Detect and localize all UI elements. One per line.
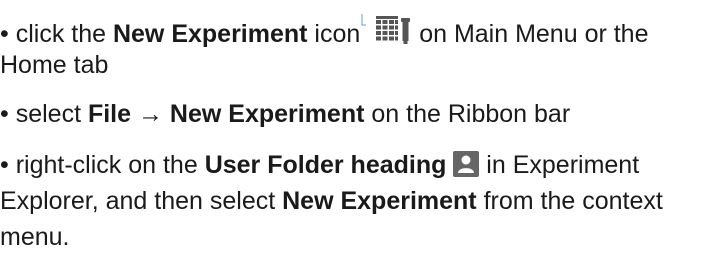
item1-mid-text: icon bbox=[307, 20, 361, 48]
item3-bold-term-1: User Folder heading bbox=[204, 151, 447, 179]
new-experiment-grid-icon bbox=[374, 16, 412, 53]
item2-pre-text: select bbox=[8, 100, 88, 128]
item1-bold-term: New Experiment bbox=[112, 20, 308, 48]
bullet-item-new-experiment-icon: • click the New Experiment icon on Main … bbox=[0, 14, 649, 48]
item2-post-text: on the Ribbon bar bbox=[364, 100, 571, 128]
bullet-item-right-click-user-folder: • right-click on the User Folder heading… bbox=[0, 150, 639, 180]
item3-line-3: menu. bbox=[0, 223, 70, 251]
item2-bold-term: File → New Experiment bbox=[87, 100, 365, 128]
item1-continuation: Home tab bbox=[0, 51, 109, 79]
item3-line2-pre: Explorer, and then select bbox=[0, 187, 283, 215]
item1-post-text: on Main Menu or the bbox=[412, 20, 649, 48]
bullet: • bbox=[0, 100, 9, 128]
item3-post-text-1: in Experiment bbox=[479, 151, 640, 179]
item3-line-2: Explorer, and then select New Experiment… bbox=[0, 186, 663, 216]
help-document: • click the New Experiment icon on Main … bbox=[0, 0, 720, 260]
bullet: • bbox=[0, 20, 9, 48]
item3-pre-text: right-click on the bbox=[8, 151, 205, 179]
bullet-item-file-new-experiment: • select File → New Experiment on the Ri… bbox=[0, 99, 570, 129]
user-folder-icon bbox=[453, 151, 480, 184]
item3-bold-term-2: New Experiment bbox=[282, 187, 477, 215]
small-l-mark-icon bbox=[361, 14, 367, 26]
bullet: • bbox=[0, 151, 9, 179]
item3-line2-post: from the context bbox=[476, 187, 663, 215]
item1-pre-text: click the bbox=[8, 20, 113, 48]
